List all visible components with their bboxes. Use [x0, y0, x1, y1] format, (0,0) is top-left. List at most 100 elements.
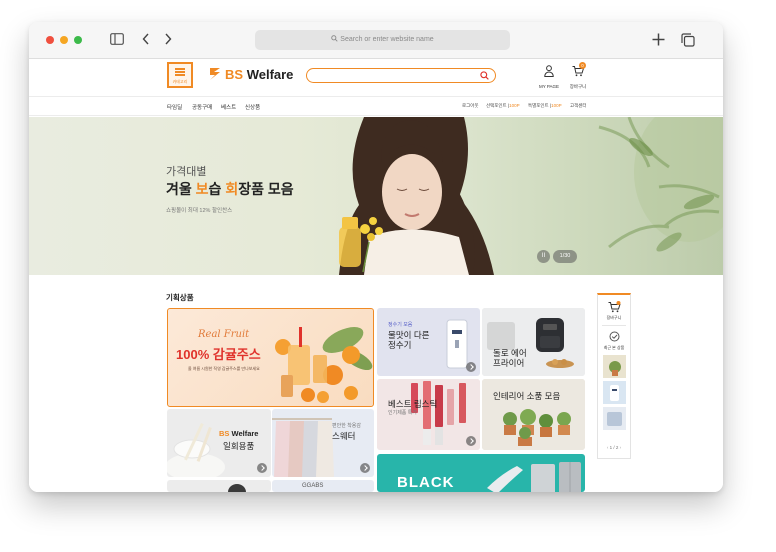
- cart-label: 장바구니: [569, 84, 587, 89]
- special-points-label: 특별포인트 |: [528, 103, 552, 108]
- promo-tile-interior[interactable]: 인테리어 소품 모음: [482, 379, 585, 450]
- browser-window: Search or enter website name 카테고리 BS Wel…: [29, 22, 723, 492]
- hero-model-image: [339, 117, 723, 275]
- water-title-line1: 물맛이 다른: [388, 330, 430, 340]
- promo-tile-air-fryer[interactable]: 돌로 에어 프라이어: [482, 308, 585, 376]
- special-points-value: 100P: [551, 103, 562, 108]
- promo-tile-water-purifier[interactable]: 정수기 모음 물맛이 다른 정수기: [377, 308, 480, 376]
- disposable-cutlery-image: [167, 423, 225, 477]
- my-page-button[interactable]: MY PAGE: [536, 64, 562, 89]
- fryer-title-line2: 프라이어: [493, 358, 525, 368]
- nav-item-best[interactable]: 베스트: [221, 103, 236, 111]
- minimize-window-button[interactable]: [60, 36, 68, 44]
- side-cart-label: 장바구니: [606, 315, 622, 320]
- logo-text: Welfare: [246, 67, 294, 82]
- welfare-tile-logo-text: Welfare: [231, 429, 259, 438]
- hero-description: 쇼핑몰이 최대 12% 할인찬스: [166, 208, 233, 214]
- promo-tile-partial-2[interactable]: GGABS: [272, 480, 374, 492]
- hero-banner[interactable]: 가격대별 겨울 보습 회장품 모음 쇼핑몰이 최대 12% 할인찬스 II 1/…: [29, 117, 723, 275]
- address-placeholder: Search or enter website name: [340, 36, 434, 43]
- partial-product-image: [228, 484, 246, 492]
- site-search-input[interactable]: [306, 68, 496, 83]
- page-backdrop: Search or enter website name 카테고리 BS Wel…: [0, 0, 776, 552]
- recent-item-thumbnail[interactable]: [603, 381, 626, 404]
- hero-title: 겨울 보습 회장품 모음: [166, 179, 294, 199]
- promo-tile-disposables[interactable]: BS Welfare 일회용품: [167, 409, 271, 477]
- welfare-points: 선택포인트 |100P: [486, 103, 520, 109]
- website-viewport: 카테고리 BS Welfare MY PAGE 0 장바구니 타임딜 공동구매: [29, 59, 723, 492]
- juice-headline: 100% 감귤주스: [176, 347, 261, 362]
- nav-item-timedeal[interactable]: 타임딜: [167, 103, 182, 111]
- interior-title: 인테리어 소품 모음: [493, 391, 561, 401]
- hero-title-highlight: 회: [225, 181, 239, 197]
- category-menu-button[interactable]: 카테고리: [167, 62, 193, 88]
- site-header: 카테고리 BS Welfare MY PAGE 0 장바구니: [29, 59, 723, 96]
- logo-prefix: BS: [225, 67, 244, 82]
- sidebar-toggle-icon[interactable]: [110, 33, 124, 45]
- hero-controls: II 1/30: [537, 250, 577, 264]
- interior-plants-image: [482, 379, 585, 450]
- welfare-points-label: 선택포인트 |: [486, 103, 510, 108]
- chevron-right-icon[interactable]: [466, 362, 476, 372]
- cart-count-badge: 0: [579, 62, 586, 69]
- hero-title-highlight: 보: [195, 181, 209, 197]
- promo-tile-sweater[interactable]: 편안한 착용감 스웨터: [272, 409, 374, 477]
- hero-subtitle: 가격대별: [166, 166, 207, 178]
- new-tab-plus-icon[interactable]: [652, 33, 665, 46]
- category-label: 카테고리: [172, 79, 188, 84]
- close-window-button[interactable]: [46, 36, 54, 44]
- nav-item-new[interactable]: 신상품: [245, 103, 260, 111]
- search-icon: [331, 35, 338, 42]
- menu-icon: [175, 68, 185, 76]
- logout-link[interactable]: 로그아웃: [462, 103, 479, 109]
- side-pager-text: 1 / 2: [609, 445, 619, 450]
- back-arrow-icon[interactable]: [142, 33, 150, 45]
- water-prefix: 정수기 모음: [388, 322, 413, 328]
- section-title: 기획상품: [166, 293, 194, 302]
- partial-tile-title: GGABS: [302, 483, 324, 489]
- lipstick-title: 베스트 립스틱: [388, 399, 438, 409]
- recent-items-label: 최근 본 상품: [603, 345, 625, 350]
- forward-arrow-icon[interactable]: [164, 33, 172, 45]
- chevron-left-icon[interactable]: ‹: [607, 445, 609, 450]
- water-title-line2: 정수기: [388, 340, 412, 350]
- chevron-right-icon[interactable]: [360, 463, 370, 473]
- sweater-prefix: 편안한 착용감: [332, 423, 361, 429]
- welfare-tile-logo-prefix: BS: [219, 429, 230, 438]
- search-icon[interactable]: [480, 71, 489, 80]
- sweater-image: [272, 418, 334, 477]
- lipstick-prefix: 인기제품 특가: [388, 410, 417, 416]
- main-nav: 타임딜 공동구매 베스트 신상품 로그아웃 선택포인트 |100P 특별포인트 …: [29, 96, 723, 116]
- promo-tile-juice[interactable]: Real Fruit 100% 감귤주스 올 여름 시원한 직영 감귤주스를 만…: [167, 308, 374, 407]
- chevron-right-icon[interactable]: [466, 436, 476, 446]
- special-points: 특별포인트 |100P: [528, 103, 562, 109]
- juice-note: 올 여름 시원한 직영 감귤주스를 만나보세요: [188, 366, 260, 371]
- black-banner-title: BLACK: [397, 474, 455, 491]
- appliance-image: [487, 462, 581, 492]
- hero-title-part: 장품 모음: [238, 181, 294, 197]
- address-bar[interactable]: Search or enter website name: [255, 30, 510, 50]
- recent-item-thumbnail[interactable]: [603, 407, 626, 430]
- hero-pause-button[interactable]: II: [537, 250, 550, 263]
- logo-mark-icon: [210, 68, 220, 80]
- chevron-right-icon[interactable]: ›: [620, 445, 622, 450]
- zoom-window-button[interactable]: [74, 36, 82, 44]
- promo-tile-partial-1[interactable]: [167, 480, 271, 492]
- cart-button[interactable]: 0 장바구니: [565, 62, 591, 90]
- cart-icon[interactable]: [608, 301, 621, 313]
- customer-center-link[interactable]: 고객센터: [570, 103, 587, 109]
- tab-overview-icon[interactable]: [681, 33, 695, 47]
- browser-toolbar: Search or enter website name: [29, 22, 723, 59]
- juice-product-image: [275, 327, 373, 403]
- chevron-right-icon[interactable]: [257, 463, 267, 473]
- quick-side-panel: 장바구니 최근 본 상품 ‹ 1 / 2 ›: [597, 293, 631, 459]
- nav-item-groupbuy[interactable]: 공동구매: [192, 103, 212, 111]
- recent-view-icon: [609, 331, 620, 342]
- hero-title-part: 겨울: [166, 181, 196, 197]
- welfare-points-value: 100P: [509, 103, 520, 108]
- recent-item-thumbnail[interactable]: [603, 355, 626, 378]
- disposables-title: 일회용품: [223, 441, 255, 451]
- user-icon: [544, 65, 554, 77]
- promo-tile-lipstick[interactable]: 베스트 립스틱 인기제품 특가: [377, 379, 480, 450]
- promo-tile-black-friday[interactable]: BLACK: [377, 454, 585, 492]
